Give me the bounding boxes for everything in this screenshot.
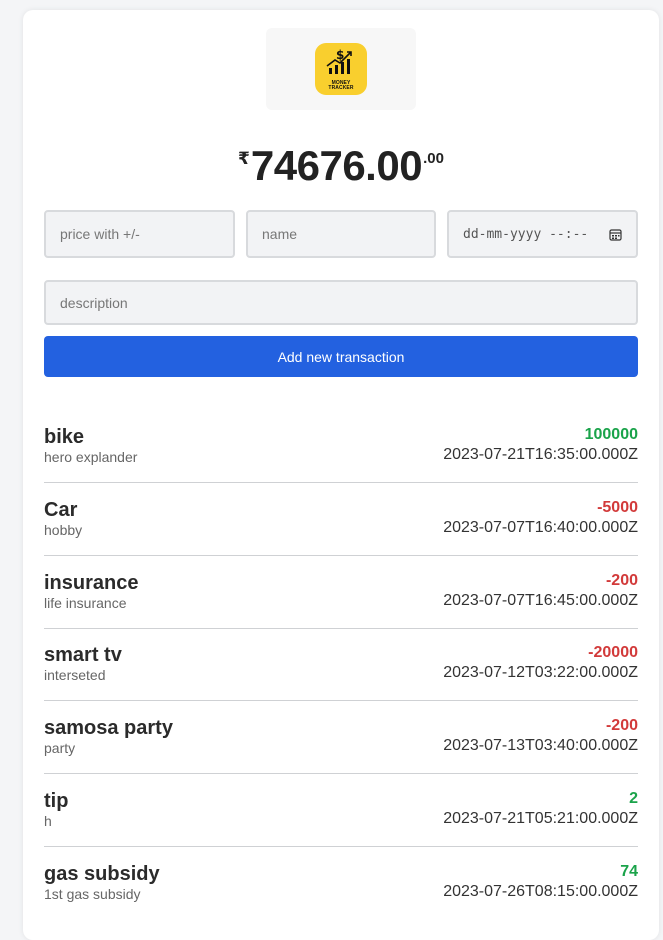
transaction-description: hero explander xyxy=(44,449,138,465)
transaction-datetime: 2023-07-07T16:45:00.000Z xyxy=(443,591,638,609)
transaction-item[interactable]: samosa party party -200 2023-07-13T03:40:00… xyxy=(44,701,638,775)
logo-text: MONEY TRACKER xyxy=(328,80,354,91)
transaction-item[interactable]: Car hobby -5000 2023-07-07T16:40:00.000Z xyxy=(44,483,638,556)
transaction-amount: -200 xyxy=(605,571,638,589)
transaction-description: life insurance xyxy=(44,594,127,611)
add-transaction-button[interactable]: Add new transaction xyxy=(44,336,638,377)
name-placeholder: name xyxy=(262,226,298,242)
transaction-name: insurance xyxy=(44,571,139,594)
money-tracker-logo: $ MONEY TRACKER xyxy=(315,43,367,95)
transaction-datetime: 2023-07-26T08:15:00.000Z xyxy=(443,882,638,900)
datetime-input[interactable]: dd-mm-yyyy --:-- xyxy=(447,210,638,258)
balance-amount: 74676.00 xyxy=(250,142,423,189)
price-input[interactable]: price with +/- xyxy=(44,210,235,258)
transaction-description: h xyxy=(44,813,52,829)
transaction-item[interactable]: gas subsidy 1st gas subsidy 74 2023-07-26T0… xyxy=(44,847,638,920)
transaction-amount: 100000 xyxy=(584,426,638,443)
transaction-item[interactable]: tip h 2 2023-07-21T05:21:00.000Z xyxy=(44,774,638,847)
calendar-icon[interactable] xyxy=(609,228,622,241)
description-placeholder: description xyxy=(60,294,128,311)
transaction-datetime: 2023-07-12T03:22:00.000Z xyxy=(443,664,638,682)
balance-display: ₹74676.00.00 xyxy=(23,142,659,190)
transaction-datetime: 2023-07-21T16:35:00.000Z xyxy=(443,446,638,463)
transaction-name: smart tv xyxy=(44,644,122,667)
transaction-name: Car xyxy=(44,498,78,521)
transaction-item[interactable]: bike hero explander 100000 2023-07-21T16:35… xyxy=(44,410,638,483)
price-placeholder: price with +/- xyxy=(60,226,140,242)
datetime-placeholder: dd-mm-yyyy --:-- xyxy=(463,226,589,242)
transaction-description: 1st gas subsidy xyxy=(44,885,141,902)
transaction-amount: -20000 xyxy=(588,644,638,662)
transaction-item[interactable]: smart tv interseted -20000 2023-07-12T03:22… xyxy=(44,628,638,702)
logo-container: $ MONEY TRACKER xyxy=(266,28,416,110)
tracker-card: $ MONEY TRACKER ₹74676.00.00 price with … xyxy=(23,10,659,940)
transaction-amount: 2 xyxy=(629,790,638,807)
transaction-name: samosa party xyxy=(44,717,173,740)
transaction-description: party xyxy=(44,740,76,757)
transaction-item[interactable]: insurance life insurance -200 2023-07-07T16… xyxy=(44,556,638,629)
chart-dollar-icon: $ xyxy=(326,48,352,74)
transaction-amount: -200 xyxy=(605,717,638,735)
transaction-name: tip xyxy=(44,790,69,812)
transaction-amount: 74 xyxy=(620,862,638,880)
transaction-name: gas subsidy xyxy=(44,862,160,885)
balance-decimal: .00 xyxy=(423,150,444,167)
transaction-datetime: 2023-07-07T16:40:00.000Z xyxy=(443,518,638,536)
transaction-description: interseted xyxy=(44,667,106,684)
description-input[interactable]: description xyxy=(44,280,638,325)
transaction-amount: -5000 xyxy=(597,498,638,516)
transaction-datetime: 2023-07-21T05:21:00.000Z xyxy=(443,810,638,827)
transaction-datetime: 2023-07-13T03:40:00.000Z xyxy=(443,737,638,755)
transaction-description: hobby xyxy=(44,521,83,538)
currency-symbol: ₹ xyxy=(238,149,250,168)
name-input[interactable]: name xyxy=(246,210,436,258)
transaction-name: bike xyxy=(44,426,85,448)
